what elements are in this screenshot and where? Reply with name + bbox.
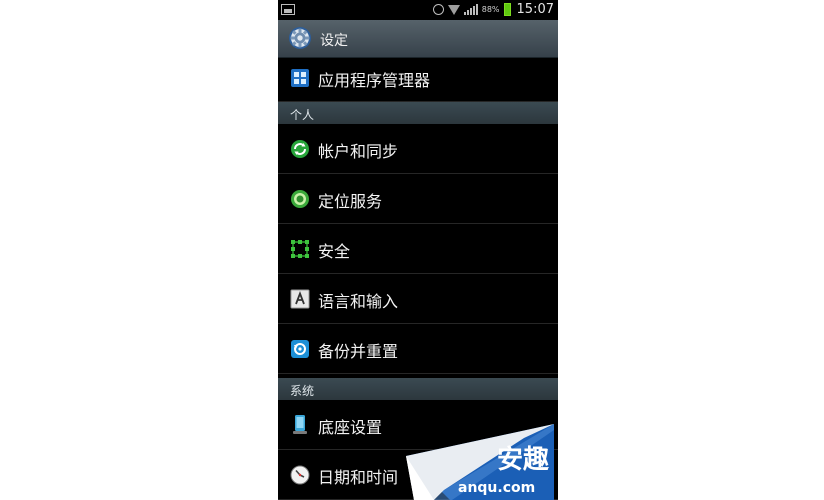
settings-item-accounts-sync[interactable]: 帐户和同步 xyxy=(278,124,558,174)
watermark-brand-text: 安趣 xyxy=(497,445,550,475)
action-bar: 设定 xyxy=(278,20,558,58)
anqu-watermark: 安趣 anqu.com xyxy=(404,420,556,500)
language-icon xyxy=(290,289,310,309)
watermark-domain-text: anqu.com xyxy=(458,480,536,496)
status-icons: 88% 15:07 xyxy=(432,2,554,17)
page-title: 设定 xyxy=(320,33,348,49)
battery-percent: 88% xyxy=(481,5,500,14)
sync-icon xyxy=(291,140,309,158)
settings-item-location[interactable]: 定位服务 xyxy=(278,174,558,224)
settings-item-label: 应用程序管理器 xyxy=(318,71,431,90)
settings-item-label: 语言和输入 xyxy=(318,292,399,311)
security-icon xyxy=(291,240,309,258)
section-header-personal: 个人 xyxy=(278,102,558,124)
wifi-icon xyxy=(447,4,460,15)
section-header-system: 系统 xyxy=(278,378,558,400)
location-icon xyxy=(291,190,309,208)
settings-item-security[interactable]: 安全 xyxy=(278,224,558,274)
settings-item-app-manager[interactable]: 应用程序管理器 xyxy=(278,57,558,102)
dock-icon xyxy=(293,415,307,434)
settings-item-label: 定位服务 xyxy=(318,192,383,211)
settings-item-label: 帐户和同步 xyxy=(318,142,399,161)
status-time: 15:07 xyxy=(516,2,554,17)
screenshot-notification-icon xyxy=(281,4,295,15)
backup-icon xyxy=(291,340,309,358)
clock-icon xyxy=(290,465,310,485)
settings-item-label: 备份并重置 xyxy=(318,342,399,361)
settings-item-label: 日期和时间 xyxy=(318,468,399,487)
settings-item-label: 安全 xyxy=(318,242,351,261)
alarm-icon xyxy=(432,4,444,15)
status-bar: 88% 15:07 xyxy=(278,0,558,20)
gear-icon[interactable] xyxy=(288,26,312,50)
settings-item-backup-reset[interactable]: 备份并重置 xyxy=(278,324,558,374)
settings-item-label: 底座设置 xyxy=(318,418,383,437)
signal-icon xyxy=(463,4,478,15)
settings-item-language-input[interactable]: 语言和输入 xyxy=(278,274,558,324)
battery-icon xyxy=(503,3,511,16)
app-manager-icon xyxy=(291,69,309,87)
